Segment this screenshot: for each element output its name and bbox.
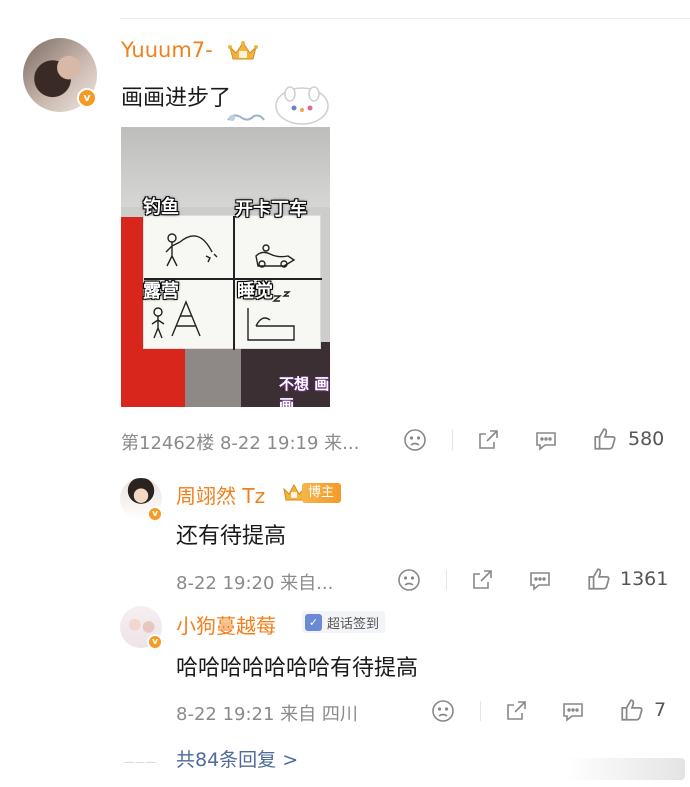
like-thumb-icon[interactable] — [586, 566, 612, 592]
verified-badge-icon: v — [77, 88, 97, 108]
super-topic-checkin-badge: ✓ 超话签到 — [302, 611, 386, 633]
share-icon[interactable] — [470, 568, 494, 592]
dislike-face-icon[interactable] — [403, 428, 427, 452]
like-thumb-icon[interactable] — [619, 697, 645, 723]
blogger-badge: 博主 — [282, 481, 342, 505]
verified-badge-icon: v — [147, 634, 163, 650]
action-divider — [452, 430, 453, 450]
blogger-badge-label: 博主 — [302, 483, 342, 503]
comment-image[interactable]: 钓鱼 开卡丁车 露营 睡觉 不想 画画 — [121, 127, 330, 407]
crown-icon — [228, 41, 258, 60]
comment-icon[interactable] — [528, 568, 552, 592]
like-count: 580 — [628, 428, 665, 450]
username[interactable]: Yuuum7- — [121, 38, 213, 62]
username[interactable]: 小狗蔓越莓 — [176, 610, 276, 639]
dislike-face-icon[interactable] — [431, 699, 455, 723]
more-replies-divider: ——— — [124, 757, 157, 768]
comment-text: 还有待提高 — [176, 524, 287, 549]
comment-meta: 第12462楼 8-22 19:19 来... — [121, 433, 360, 454]
comment-icon[interactable] — [561, 699, 585, 723]
image-label: 睡觉 — [237, 281, 273, 302]
super-topic-checkin-label: 超话签到 — [327, 616, 380, 632]
more-replies-link[interactable]: 共84条回复 > — [176, 745, 298, 772]
verified-badge-icon: v — [147, 506, 163, 522]
super-topic-checkin-icon: ✓ — [305, 613, 322, 631]
action-divider — [480, 701, 481, 721]
comment-meta: 8-22 19:20 来自... — [176, 573, 334, 594]
username[interactable]: 周翊然 Tz — [176, 480, 265, 509]
top-divider — [120, 18, 690, 19]
share-icon[interactable] — [476, 428, 500, 452]
image-watermark: 不想 画画 — [279, 375, 330, 407]
sticker-icon — [227, 86, 329, 125]
comment-text: 画画进步了 — [121, 86, 232, 111]
comment-text: 哈哈哈哈哈哈哈有待提高 — [176, 656, 419, 681]
comment-icon[interactable] — [534, 428, 558, 452]
like-thumb-icon[interactable] — [592, 426, 618, 452]
like-count: 1361 — [620, 568, 669, 590]
dislike-face-icon[interactable] — [397, 568, 421, 592]
image-label: 露营 — [143, 281, 179, 302]
watermark — [565, 758, 685, 780]
action-divider — [446, 570, 447, 590]
image-label: 开卡丁车 — [235, 199, 307, 220]
image-label: 钓鱼 — [143, 197, 179, 218]
comment-meta: 8-22 19:21 来自 四川 — [176, 704, 358, 725]
like-count: 7 — [654, 699, 667, 721]
share-icon[interactable] — [504, 699, 528, 723]
